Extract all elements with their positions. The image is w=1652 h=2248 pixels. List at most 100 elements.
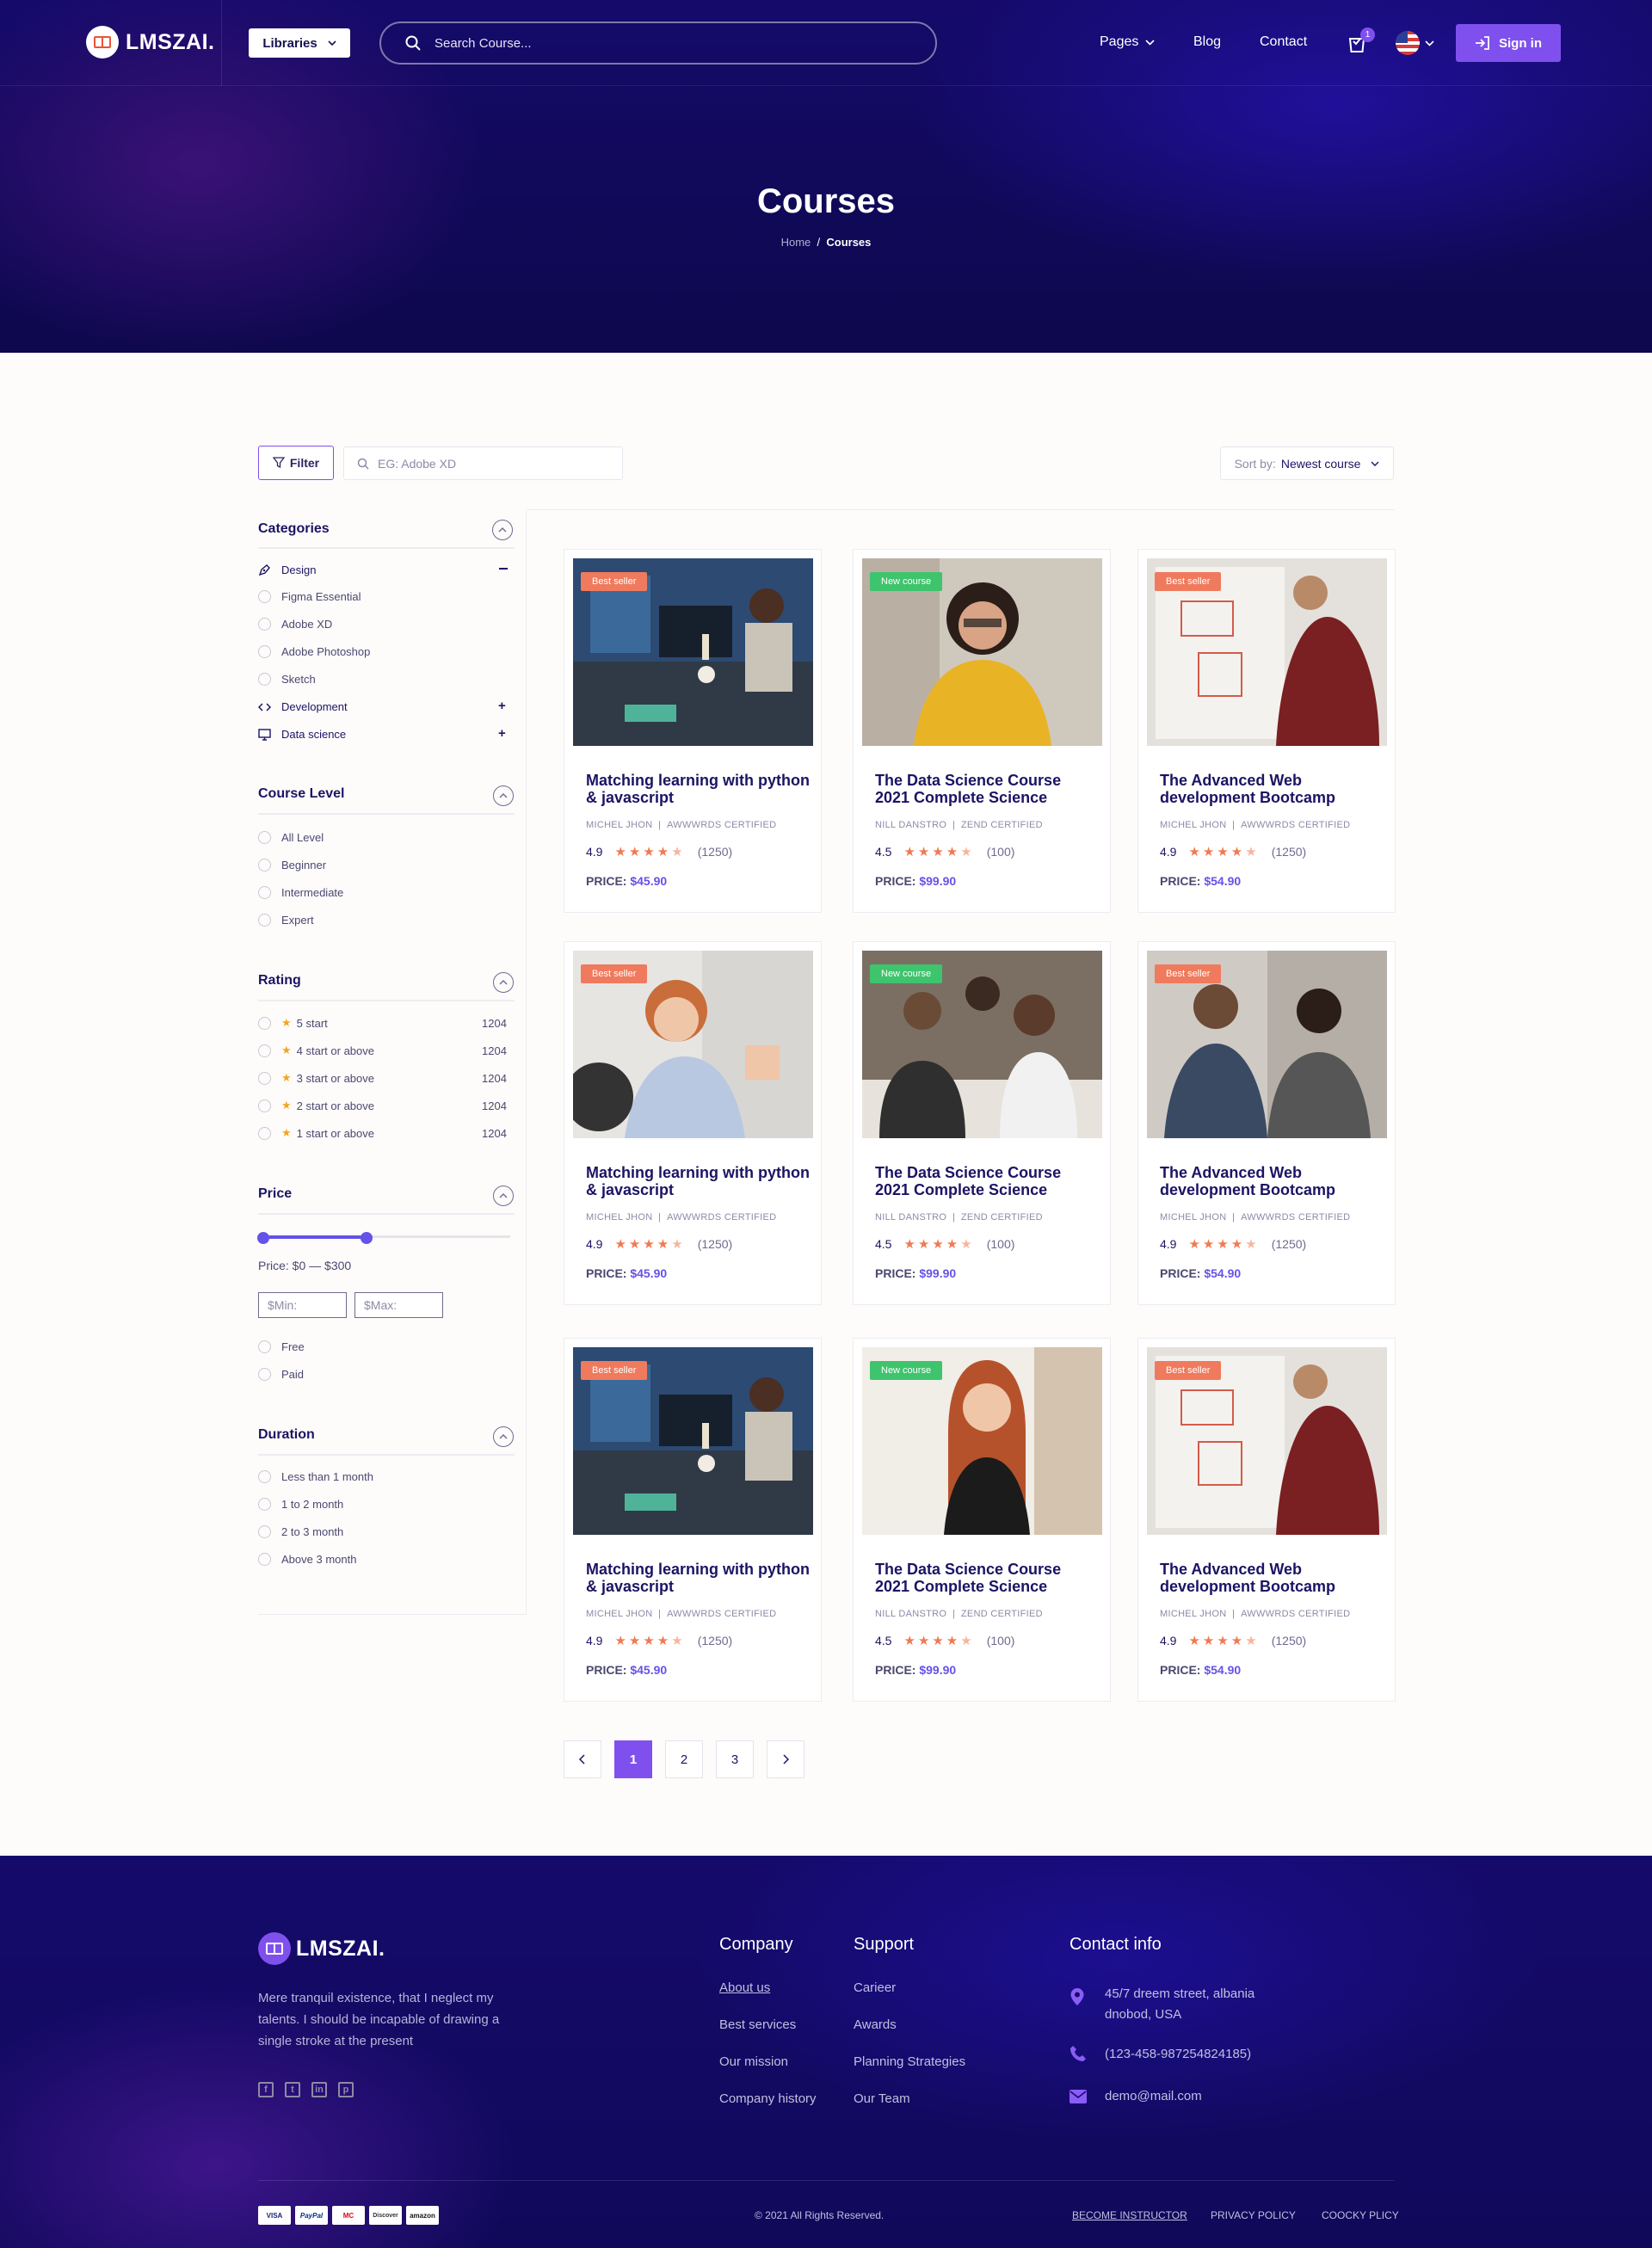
plus-icon[interactable]: + (498, 726, 506, 741)
footer-brand-logo[interactable]: LMSZAI. (258, 1932, 385, 1965)
level-option[interactable]: Intermediate (258, 886, 343, 899)
price-min-handle[interactable] (257, 1232, 269, 1244)
radio-button[interactable] (258, 886, 271, 899)
rating-option[interactable]: ★ 2 start or above (258, 1099, 374, 1112)
course-title[interactable]: Matching learning with python & javascri… (586, 772, 810, 806)
course-card[interactable]: Best seller The Advanced Web development … (1137, 549, 1396, 913)
course-title[interactable]: The Data Science Course 2021 Complete Sc… (875, 1164, 1099, 1198)
course-card[interactable]: Best seller Matching learning with python… (564, 941, 822, 1305)
radio-button[interactable] (258, 1016, 271, 1030)
subcategory-figma[interactable]: Figma Essential (258, 590, 361, 603)
footer-link[interactable]: Planning Strategies (854, 2054, 965, 2069)
radio-button[interactable] (258, 673, 271, 686)
nav-blog[interactable]: Blog (1193, 34, 1221, 50)
price-max-handle[interactable] (361, 1232, 373, 1244)
course-title[interactable]: The Data Science Course 2021 Complete Sc… (875, 772, 1099, 806)
nav-contact[interactable]: Contact (1260, 34, 1307, 50)
course-card[interactable]: Best seller The Advanced Web development … (1137, 1338, 1396, 1702)
sign-in-button[interactable]: Sign in (1456, 24, 1561, 62)
footer-link[interactable]: About us (719, 1980, 770, 1995)
pagination-next[interactable] (767, 1740, 804, 1778)
course-card[interactable]: Best seller Matching learning with python… (564, 1338, 822, 1702)
footer-link[interactable]: Awards (854, 2017, 897, 2032)
price-min-input[interactable]: $Min: (258, 1292, 347, 1318)
keyword-search[interactable]: EG: Adobe XD (343, 447, 623, 480)
plus-icon[interactable]: + (498, 699, 506, 713)
category-design[interactable]: Design (258, 564, 316, 576)
price-max-input[interactable]: $Max: (354, 1292, 443, 1318)
footer-link[interactable]: Best services (719, 2017, 796, 2032)
radio-button[interactable] (258, 859, 271, 871)
language-selector[interactable] (1396, 31, 1434, 55)
minus-icon[interactable] (499, 568, 508, 570)
course-title[interactable]: Matching learning with python & javascri… (586, 1561, 810, 1595)
course-level-collapse-toggle[interactable] (493, 785, 514, 806)
footer-link[interactable]: Our mission (719, 2054, 788, 2069)
pinterest-icon[interactable]: p (338, 2082, 354, 2097)
course-title[interactable]: The Data Science Course 2021 Complete Sc… (875, 1561, 1099, 1595)
libraries-dropdown[interactable]: Libraries (249, 28, 350, 58)
radio-button[interactable] (258, 1368, 271, 1381)
rating-option[interactable]: ★ 3 start or above (258, 1071, 374, 1085)
level-option[interactable]: Beginner (258, 859, 326, 871)
pagination-page-2[interactable]: 2 (665, 1740, 703, 1778)
cart-button[interactable]: 1 (1347, 28, 1375, 58)
radio-button[interactable] (258, 1470, 271, 1483)
become-instructor-link[interactable]: BECOME INSTRUCTOR (1072, 2209, 1187, 2221)
rating-option[interactable]: ★ 1 start or above (258, 1126, 374, 1140)
subcategory-photoshop[interactable]: Adobe Photoshop (258, 645, 370, 658)
pagination-page-3[interactable]: 3 (716, 1740, 754, 1778)
twitter-icon[interactable]: t (285, 2082, 300, 2097)
radio-button[interactable] (258, 618, 271, 631)
duration-option[interactable]: Above 3 month (258, 1553, 356, 1566)
filter-button[interactable]: Filter (258, 446, 334, 480)
duration-option[interactable]: 1 to 2 month (258, 1498, 343, 1511)
search-input[interactable] (435, 35, 916, 51)
course-card[interactable]: Best seller Matching learning with python… (564, 549, 822, 913)
sort-dropdown[interactable]: Sort by: Newest course (1220, 447, 1394, 480)
category-data-science[interactable]: Data science (258, 728, 346, 741)
level-option[interactable]: All Level (258, 831, 324, 844)
contact-email[interactable]: demo@mail.com (1105, 2086, 1202, 2107)
breadcrumb-home[interactable]: Home (781, 236, 811, 249)
course-card[interactable]: New course The Data Science Course 2021 C… (853, 941, 1111, 1305)
price-option-free[interactable]: Free (258, 1340, 305, 1353)
radio-button[interactable] (258, 1044, 271, 1057)
price-collapse-toggle[interactable] (493, 1186, 514, 1206)
rating-option[interactable]: ★ 4 start or above (258, 1044, 374, 1057)
level-option[interactable]: Expert (258, 914, 314, 927)
radio-button[interactable] (258, 1525, 271, 1538)
footer-link[interactable]: Carieer (854, 1980, 896, 1995)
category-development[interactable]: Development (258, 700, 348, 713)
footer-link[interactable]: Company history (719, 2091, 817, 2106)
course-card[interactable]: New course The Data Science Course 2021 C… (853, 1338, 1111, 1702)
radio-button[interactable] (258, 645, 271, 658)
course-card[interactable]: New course The Data Science Course 2021 C… (853, 549, 1111, 913)
subcategory-sketch[interactable]: Sketch (258, 673, 316, 686)
linkedin-icon[interactable]: in (311, 2082, 327, 2097)
radio-button[interactable] (258, 590, 271, 603)
course-title[interactable]: The Advanced Web development Bootcamp (1160, 1164, 1384, 1198)
footer-link[interactable]: Our Team (854, 2091, 910, 2106)
radio-button[interactable] (258, 1553, 271, 1566)
course-card[interactable]: Best seller The Advanced Web development … (1137, 941, 1396, 1305)
categories-collapse-toggle[interactable] (492, 520, 513, 540)
rating-collapse-toggle[interactable] (493, 972, 514, 993)
duration-option[interactable]: 2 to 3 month (258, 1525, 343, 1538)
pagination-page-1[interactable]: 1 (614, 1740, 652, 1778)
rating-option[interactable]: ★ 5 start (258, 1016, 328, 1030)
search-bar[interactable] (379, 22, 937, 65)
course-title[interactable]: The Advanced Web development Bootcamp (1160, 1561, 1384, 1595)
duration-option[interactable]: Less than 1 month (258, 1470, 373, 1483)
duration-collapse-toggle[interactable] (493, 1426, 514, 1447)
pagination-prev[interactable] (564, 1740, 601, 1778)
brand-logo[interactable]: LMSZAI. (86, 26, 215, 59)
radio-button[interactable] (258, 1126, 271, 1140)
course-title[interactable]: The Advanced Web development Bootcamp (1160, 772, 1384, 806)
cookie-policy-link[interactable]: COOCKY PLICY (1322, 2209, 1399, 2221)
radio-button[interactable] (258, 831, 271, 844)
nav-pages[interactable]: Pages (1100, 34, 1155, 50)
subcategory-adobe-xd[interactable]: Adobe XD (258, 618, 332, 631)
radio-button[interactable] (258, 914, 271, 927)
radio-button[interactable] (258, 1498, 271, 1511)
